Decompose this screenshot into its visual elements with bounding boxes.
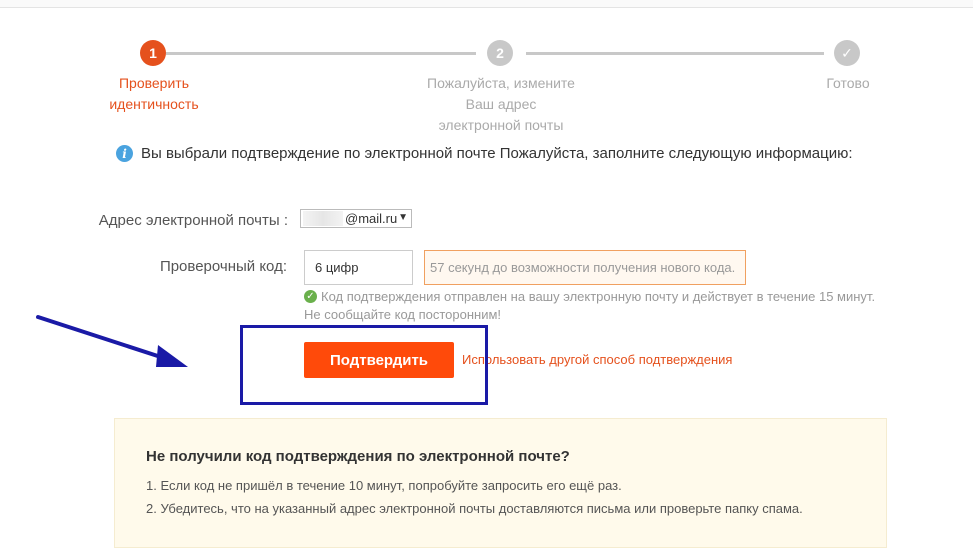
annotation-highlight-box: [240, 325, 488, 405]
check-circle-icon: ✓: [304, 290, 317, 303]
step-1-label: Проверить идентичность: [93, 73, 215, 115]
step-2-label-line: электронной почты: [438, 117, 564, 133]
step-1-label-line: Проверить: [118, 75, 189, 91]
info-text: Вы выбрали подтверждение по электронной …: [141, 145, 853, 162]
help-panel: Не получили код подтверждения по электро…: [114, 418, 887, 548]
step-2-label-line: Пожалуйста, измените: [427, 75, 575, 91]
code-sent-text: Код подтверждения отправлен на вашу элек…: [321, 289, 876, 304]
code-label: Проверочный код:: [159, 258, 287, 275]
verification-code-input[interactable]: 6 цифр: [304, 250, 413, 285]
top-bar: [0, 0, 973, 8]
code-placeholder: 6 цифр: [315, 260, 359, 275]
step-3-label-line: Готово: [826, 75, 870, 91]
help-item: 2. Убедитесь, что на указанный адрес эле…: [146, 501, 803, 516]
help-item: 1. Если код не пришёл в течение 10 минут…: [146, 478, 622, 493]
email-domain: @mail.ru: [345, 211, 398, 226]
code-sent-notice: ✓ Код подтверждения отправлен на вашу эл…: [304, 289, 875, 304]
no-share-warning: Не сообщайте код посторонним!: [304, 307, 502, 322]
email-local-part-blurred: [303, 211, 343, 226]
step-3-circle: ✓: [834, 40, 860, 66]
chevron-down-icon: ▼: [398, 212, 408, 223]
info-icon: i: [116, 145, 133, 162]
step-3-label: Готово: [808, 73, 888, 94]
check-icon: ✓: [841, 44, 853, 61]
resend-timer: 57 секунд до возможности получения новог…: [424, 250, 746, 285]
annotation-arrow-icon: [36, 315, 188, 367]
step-1-number: 1: [149, 45, 157, 61]
email-select[interactable]: @mail.ru ▼: [300, 209, 412, 228]
step-2-number: 2: [496, 45, 504, 61]
email-label: Адрес электронной почты :: [98, 212, 288, 229]
info-message: i Вы выбрали подтверждение по электронно…: [116, 145, 853, 162]
step-1-circle: 1: [140, 40, 166, 66]
step-2-label: Пожалуйста, измените Ваш адрес электронн…: [416, 73, 586, 136]
other-method-link[interactable]: Использовать другой способ подтверждения: [462, 352, 732, 367]
help-title: Не получили код подтверждения по электро…: [146, 448, 570, 465]
step-1-label-line: идентичность: [109, 96, 199, 112]
step-connector-1: [166, 52, 476, 55]
step-2-label-line: Ваш адрес: [465, 96, 537, 112]
step-2-circle: 2: [487, 40, 513, 66]
step-connector-2: [526, 52, 824, 55]
